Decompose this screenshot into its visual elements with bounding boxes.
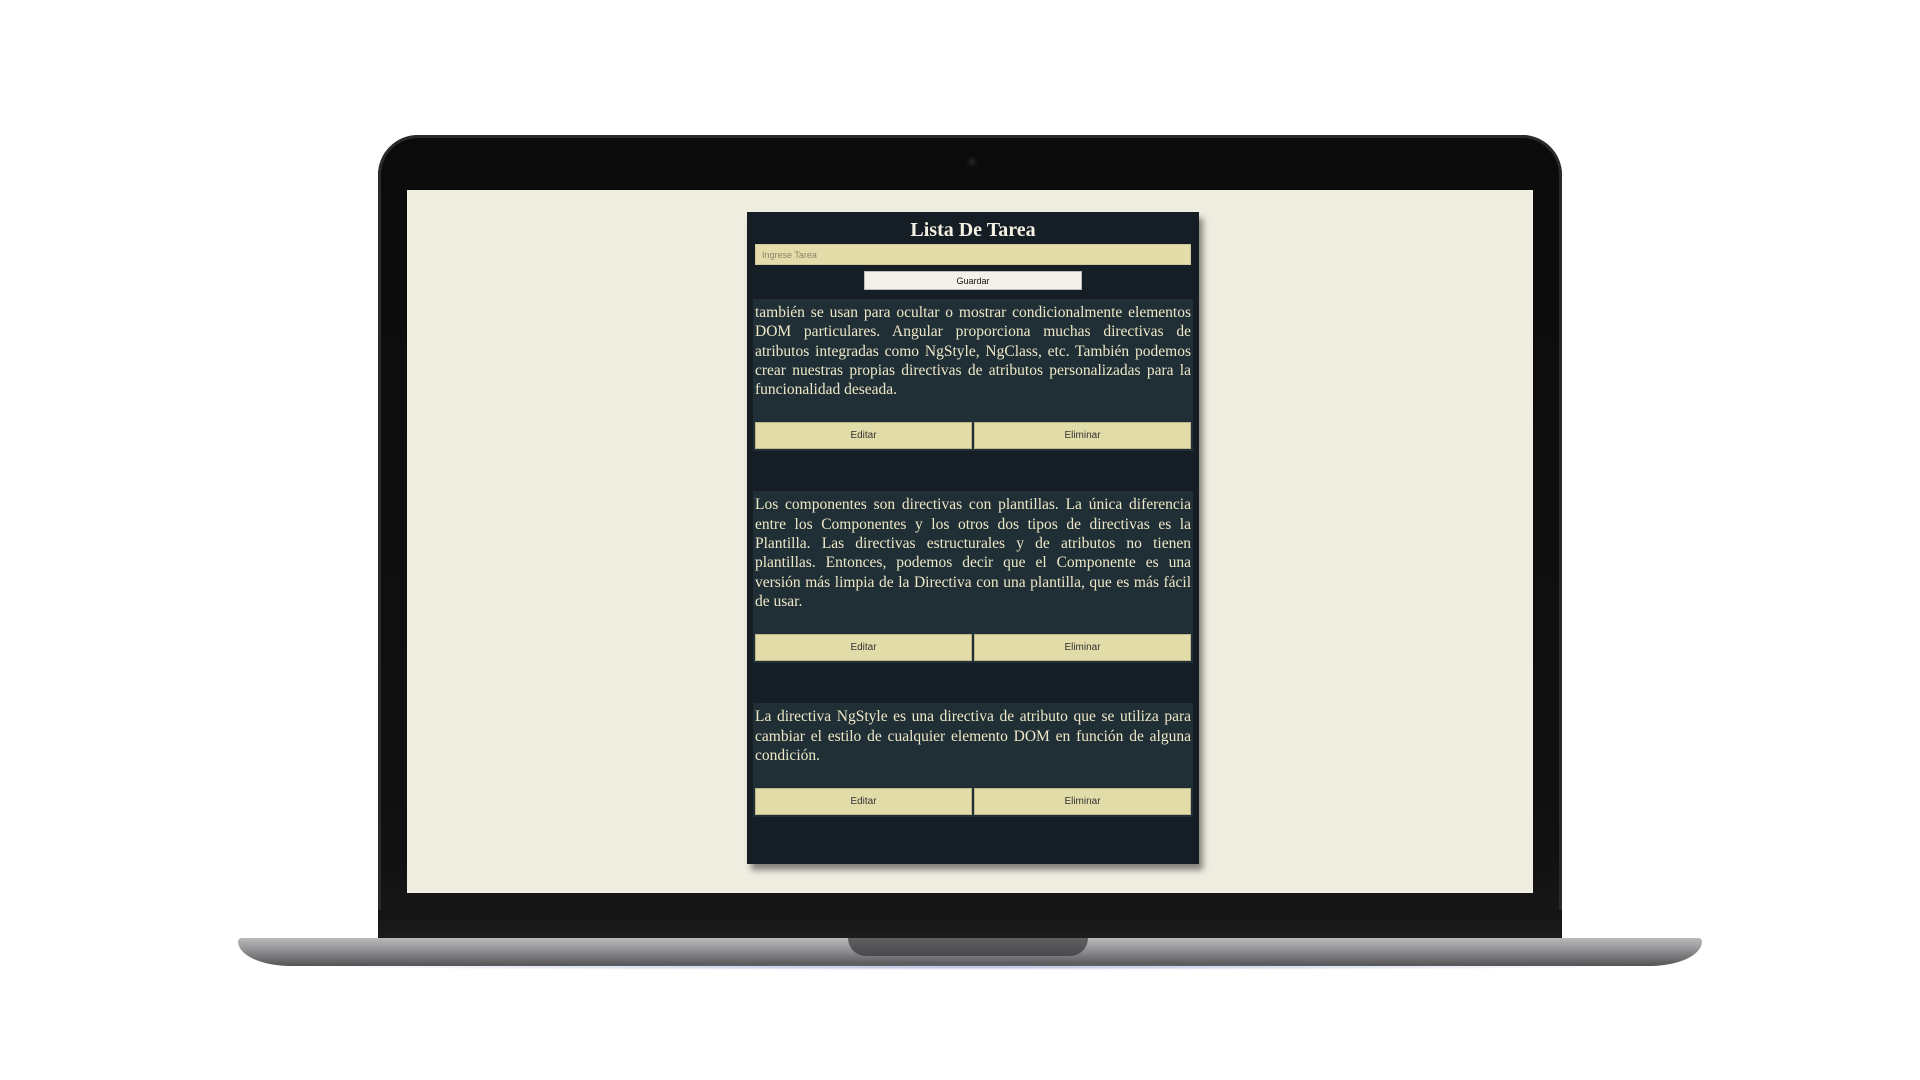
- task-list: también se usan para ocultar o mostrar c…: [747, 299, 1199, 818]
- delete-button[interactable]: Eliminar: [974, 788, 1191, 816]
- task-item: también se usan para ocultar o mostrar c…: [753, 299, 1193, 452]
- webcam-icon: [967, 157, 977, 167]
- task-text: también se usan para ocultar o mostrar c…: [755, 304, 1191, 399]
- edit-button[interactable]: Editar: [755, 634, 972, 662]
- task-text: La directiva NgStyle es una directiva de…: [755, 708, 1191, 764]
- task-spacer: [747, 451, 1199, 491]
- task-input[interactable]: [755, 244, 1191, 265]
- laptop-bezel-bottom: [378, 910, 1562, 940]
- task-actions: Editar Eliminar: [755, 422, 1191, 450]
- edit-button[interactable]: Editar: [755, 788, 972, 816]
- page-title: Lista De Tarea: [910, 219, 1036, 241]
- task-item: La directiva NgStyle es una directiva de…: [753, 703, 1193, 818]
- edit-button[interactable]: Editar: [755, 422, 972, 450]
- save-button[interactable]: Guardar: [864, 271, 1082, 290]
- delete-button[interactable]: Eliminar: [974, 422, 1191, 450]
- laptop-screen: Lista De Tarea Guardar también se usan p…: [407, 190, 1533, 893]
- task-text: Los componentes son directivas con plant…: [755, 496, 1191, 610]
- task-actions: Editar Eliminar: [755, 788, 1191, 816]
- task-item: Los componentes son directivas con plant…: [753, 491, 1193, 664]
- todo-app-card: Lista De Tarea Guardar también se usan p…: [747, 212, 1199, 864]
- task-actions: Editar Eliminar: [755, 634, 1191, 662]
- laptop-opening-notch: [848, 938, 1088, 956]
- delete-button[interactable]: Eliminar: [974, 634, 1191, 662]
- stage: Lista De Tarea Guardar también se usan p…: [0, 0, 1920, 1080]
- task-spacer: [747, 663, 1199, 703]
- laptop-shadow: [300, 964, 1640, 970]
